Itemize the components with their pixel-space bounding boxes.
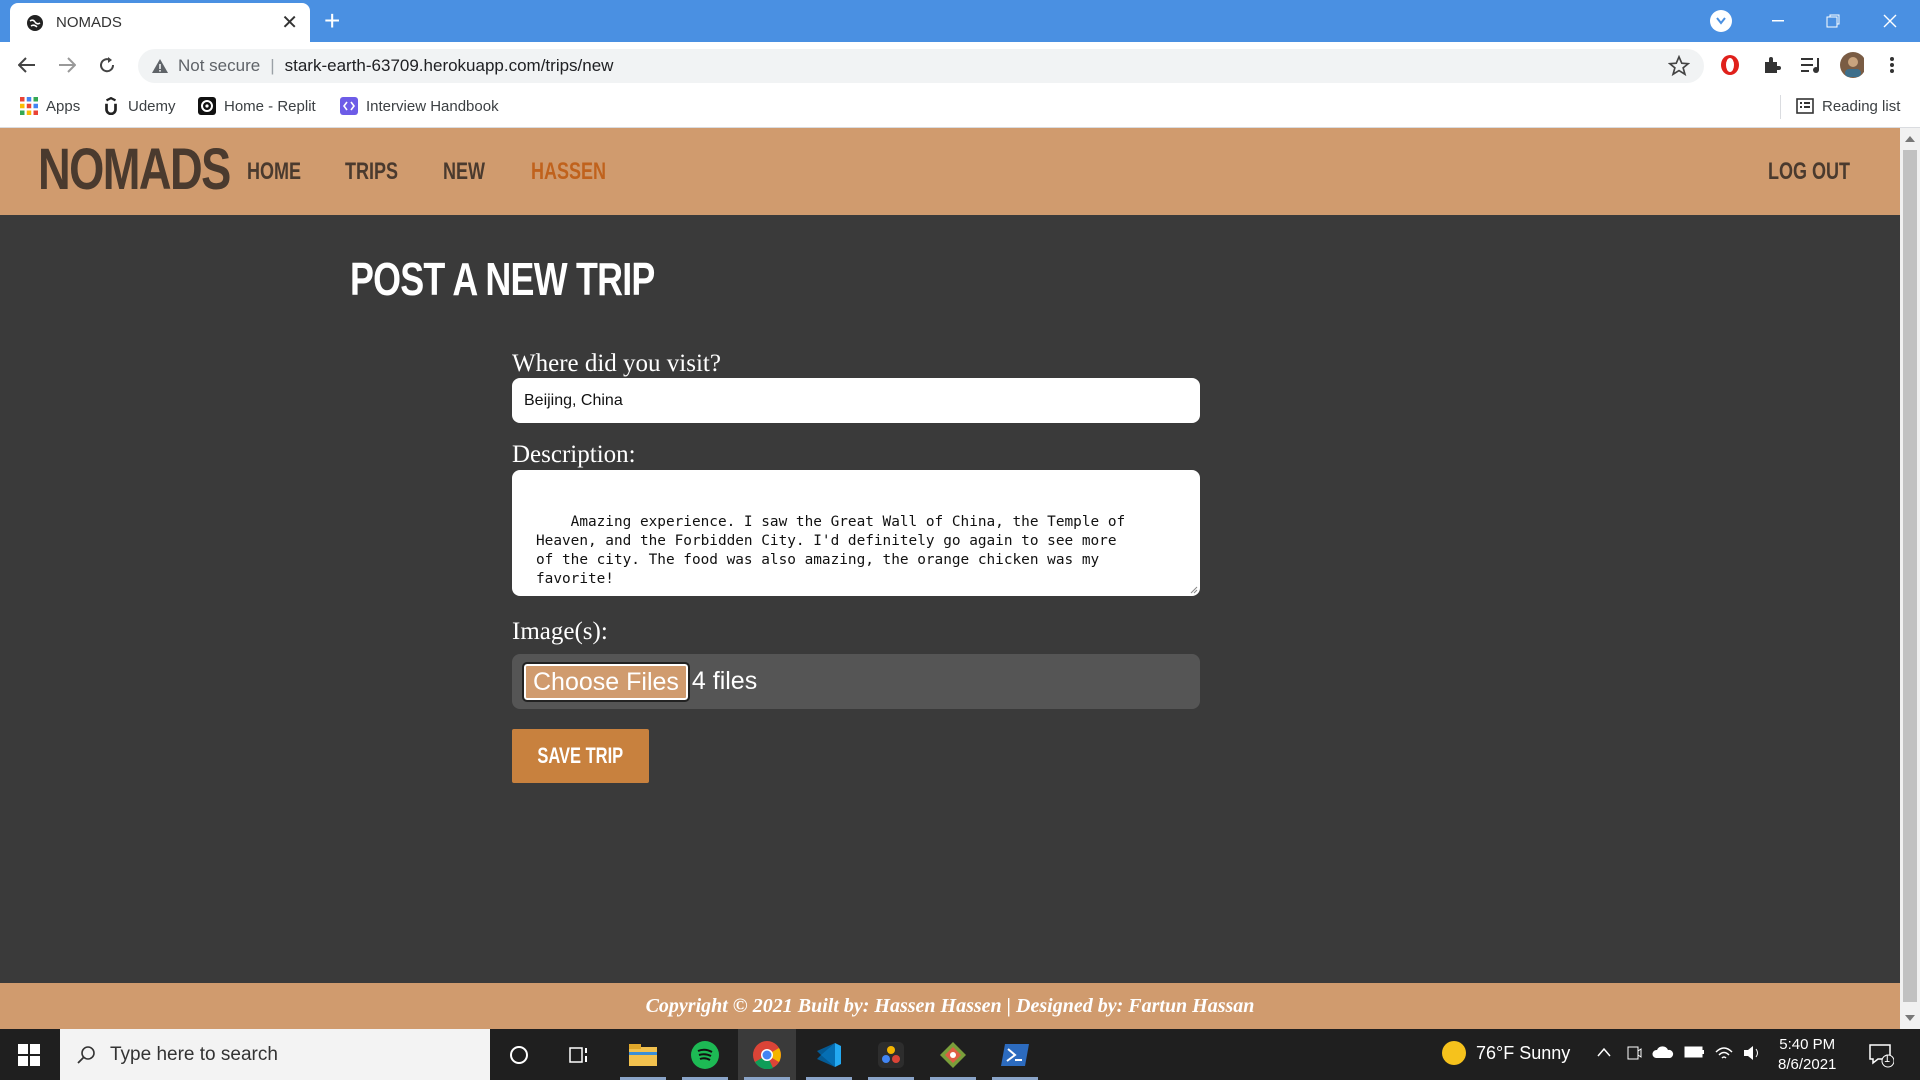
sun-icon	[1442, 1041, 1466, 1065]
bookmark-star-icon[interactable]	[1668, 55, 1690, 77]
scroll-up-icon[interactable]	[1905, 136, 1915, 142]
chrome-menu-icon[interactable]	[1880, 53, 1904, 77]
new-tab-button[interactable]: +	[324, 6, 340, 36]
task-view-icon[interactable]	[551, 1029, 609, 1080]
reload-icon[interactable]	[92, 50, 122, 80]
description-text: Amazing experience. I saw the Great Wall…	[536, 514, 1126, 587]
file-count-text: 4 files	[691, 667, 758, 695]
resize-handle-icon[interactable]	[1188, 584, 1198, 594]
profile-avatar[interactable]	[1840, 52, 1864, 78]
reading-list-label: Reading list	[1822, 97, 1901, 115]
bookmark-interview-handbook[interactable]: Interview Handbook	[340, 97, 499, 115]
nav-trips[interactable]: TRIPS	[345, 158, 398, 186]
vscode-icon[interactable]	[800, 1029, 858, 1080]
opera-extension-icon[interactable]	[1718, 53, 1742, 77]
warning-icon	[152, 59, 168, 73]
bookmark-label: Apps	[46, 97, 81, 115]
wifi-icon[interactable]	[1714, 1044, 1734, 1062]
reading-list[interactable]: Reading list	[1796, 97, 1900, 115]
weather-text: 76°F Sunny	[1476, 1042, 1571, 1063]
bookmarks-bar: Apps Udemy Home - Replit Interview Handb…	[0, 89, 1920, 128]
bookmark-label: Udemy	[128, 97, 176, 115]
file-input[interactable]: Choose Files 4 files	[512, 654, 1200, 709]
minimize-icon[interactable]	[1752, 0, 1804, 42]
windows-taskbar: Type here to search 76°F Sunny 5:40 PM 8…	[0, 1029, 1920, 1080]
bookmark-udemy[interactable]: Udemy	[102, 97, 176, 115]
bookmarks-divider	[1780, 95, 1781, 119]
not-secure-label: Not secure	[178, 56, 261, 75]
battery-icon[interactable]	[1684, 1044, 1706, 1060]
taskbar-search[interactable]: Type here to search	[60, 1029, 490, 1080]
replit-icon	[198, 97, 216, 115]
nav-logout[interactable]: LOG OUT	[1768, 158, 1850, 186]
save-trip-label: SAVE TRIP	[537, 743, 624, 768]
udemy-icon	[105, 97, 117, 115]
forward-icon[interactable]	[52, 50, 82, 80]
scrollbar-thumb[interactable]	[1903, 150, 1917, 1002]
browser-toolbar: Not secure | stark-earth-63709.herokuapp…	[0, 42, 1920, 89]
tab-search-icon[interactable]	[1710, 10, 1732, 32]
file-explorer-icon[interactable]	[614, 1029, 672, 1080]
url-text[interactable]: stark-earth-63709.herokuapp.com/trips/ne…	[285, 56, 614, 76]
apps-grid-icon	[20, 97, 38, 115]
code-brackets-icon	[340, 97, 358, 115]
scroll-down-icon[interactable]	[1905, 1015, 1915, 1021]
reading-list-icon	[1796, 98, 1814, 114]
cortana-icon[interactable]	[490, 1029, 548, 1080]
description-label: Description:	[512, 441, 636, 468]
chevron-up-icon[interactable]	[1596, 1044, 1612, 1060]
location-input[interactable]	[512, 378, 1200, 423]
address-bar[interactable]: Not secure | stark-earth-63709.herokuapp…	[138, 49, 1704, 83]
brand-logo[interactable]: NOMADS	[38, 136, 231, 203]
description-textarea[interactable]: Amazing experience. I saw the Great Wall…	[512, 470, 1200, 596]
nav-new[interactable]: NEW	[443, 158, 485, 186]
volume-icon[interactable]	[1742, 1044, 1762, 1062]
browser-tab[interactable]: NOMADS ✕	[10, 3, 310, 42]
nav-user-hassen[interactable]: HASSEN	[531, 158, 606, 186]
search-placeholder: Type here to search	[110, 1043, 278, 1065]
close-tab-icon[interactable]: ✕	[281, 13, 298, 33]
restore-icon[interactable]	[1807, 0, 1859, 42]
images-label: Image(s):	[512, 618, 608, 645]
page-scrollbar[interactable]	[1900, 128, 1920, 1029]
nav-home[interactable]: HOME	[247, 158, 301, 186]
bookmark-label: Home - Replit	[224, 97, 316, 115]
search-icon	[77, 1045, 95, 1064]
close-window-icon[interactable]	[1864, 0, 1916, 42]
clock-time: 5:40 PM	[1779, 1036, 1836, 1053]
windows-start-icon[interactable]	[18, 1044, 40, 1066]
location-label: Where did you visit?	[512, 350, 721, 377]
weather-widget[interactable]: 76°F Sunny	[1442, 1041, 1570, 1065]
bookmark-replit[interactable]: Home - Replit	[198, 97, 316, 115]
save-trip-button[interactable]: SAVE TRIP	[512, 729, 649, 783]
page-title: POST A NEW TRIP	[350, 253, 655, 305]
meet-now-icon[interactable]	[1626, 1044, 1642, 1062]
bookmark-label: Interview Handbook	[366, 97, 499, 115]
gitkraken-icon[interactable]	[924, 1029, 982, 1080]
clock-date: 8/6/2021	[1778, 1056, 1837, 1073]
url-separator: |	[270, 56, 275, 75]
extensions-puzzle-icon[interactable]	[1760, 53, 1784, 77]
action-center-icon[interactable]: 1	[1868, 1042, 1895, 1073]
globe-icon	[27, 14, 43, 31]
davinci-resolve-icon[interactable]	[862, 1029, 920, 1080]
notification-count: 1	[1884, 1053, 1891, 1065]
system-clock[interactable]: 5:40 PM 8/6/2021	[1778, 1035, 1836, 1075]
media-controls-icon[interactable]	[1800, 53, 1824, 77]
bookmark-apps[interactable]: Apps	[20, 97, 80, 115]
web-page: NOMADS HOME TRIPS NEW HASSEN LOG OUT POS…	[0, 128, 1900, 1029]
browser-tab-bar: NOMADS ✕ +	[0, 0, 1920, 42]
site-footer: Copyright © 2021 Built by: Hassen Hassen…	[0, 983, 1900, 1029]
onedrive-icon[interactable]	[1652, 1044, 1674, 1060]
tab-title: NOMADS	[56, 14, 122, 31]
spotify-icon[interactable]	[676, 1029, 734, 1080]
powershell-icon[interactable]	[986, 1029, 1044, 1080]
footer-text: Copyright © 2021 Built by: Hassen Hassen…	[645, 994, 1255, 1017]
back-icon[interactable]	[12, 50, 42, 80]
choose-files-button[interactable]: Choose Files	[522, 661, 690, 702]
site-navbar: NOMADS HOME TRIPS NEW HASSEN LOG OUT	[0, 128, 1900, 215]
chrome-taskbar-icon[interactable]	[738, 1029, 796, 1080]
